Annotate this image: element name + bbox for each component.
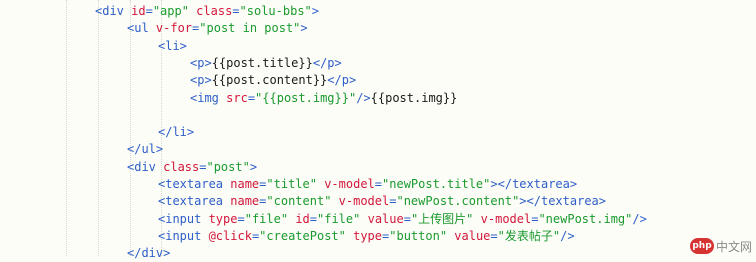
code-token-attr: src [226,90,248,105]
code-token-attr: v-model [338,194,390,209]
indent-guide [98,0,99,256]
code-token-tag: /> [356,90,371,105]
code-line[interactable]: <img src="{{post.img}}"/>{{post.img}} [190,90,457,107]
code-editor[interactable]: <div id="app" class="solu-bbs"> <ul v-for… [0,0,756,260]
code-token-tag: <p> [190,55,212,70]
code-line[interactable]: <p>{{post.title}}</p> [190,55,342,72]
code-token-attr: v-for [155,21,193,36]
code-token-tag: <div [95,4,132,18]
code-token-attr: type [208,211,238,226]
code-line[interactable]: <textarea name="content" v-model="newPos… [158,193,606,210]
code-token-tag: <ul [127,21,156,36]
code-token-str: "solu-bbs" [239,4,312,18]
indent-guide [130,0,131,256]
code-line[interactable]: <input @click="createPost" type="button"… [158,228,575,245]
code-line[interactable]: <input type="file" id="file" value="上传图片… [158,211,647,228]
code-token-tag: ></textarea> [519,194,606,209]
code-token-tag: <li> [158,38,187,53]
code-token-tag: = [309,211,317,226]
code-token-str: "post in post" [199,21,301,36]
code-token-attr: name [230,177,260,191]
code-token-str: "title" [266,177,317,191]
code-line[interactable]: </li> [158,124,194,141]
code-token-tag: > [311,4,320,18]
code-token-tag: <textarea [158,194,231,209]
code-token-tag: <input [158,228,209,243]
code-token-txt: {{post.content}} [211,73,328,88]
code-token-tag: = [374,177,383,191]
code-token-tag: = [247,90,256,105]
code-token-tag: ></textarea> [490,177,578,191]
code-line[interactable]: </div> [127,245,170,262]
code-line[interactable]: <textarea name="title" v-model="newPost.… [158,176,577,193]
code-token-str: "createPost" [259,228,346,243]
code-token-tag: = [145,4,153,18]
code-token-tag: </p> [327,73,357,88]
watermark: php 中文网 [690,236,754,256]
code-token-tag: </div> [127,246,171,261]
code-token-tag: > [249,159,258,174]
indent-guide [66,0,67,256]
code-token-tag [473,212,480,226]
code-token-attr: value [367,211,404,226]
watermark-label: 中文网 [716,239,753,254]
code-token-tag: = [237,211,245,226]
code-token-str: "上传图片" [410,211,474,226]
code-token-tag [360,212,367,226]
code-token-tag: </p> [312,55,342,70]
code-token-tag: > [300,21,308,36]
code-token-tag: <p> [190,73,212,88]
code-token-tag: /> [560,228,575,243]
code-line[interactable]: <li> [158,38,187,55]
php-logo-icon: php [690,238,714,254]
code-token-attr: name [230,194,260,209]
code-token-tag [331,194,338,208]
code-token-str: "button" [389,228,448,243]
code-token-attr: value [454,228,491,243]
code-token-tag: </li> [158,125,195,140]
code-token-str: "{{post.img}}" [255,90,357,105]
code-token-attr: id [295,211,310,226]
code-token-str: "发表帖子" [497,228,561,243]
code-line[interactable]: </ul> [127,141,163,158]
code-token-attr: v-model [324,177,375,191]
code-token-tag: = [232,4,240,18]
code-token-str: "post" [206,159,250,174]
code-token-txt: {{post.img}} [370,90,458,105]
code-token-tag: = [403,211,411,226]
code-token-attr: v-model [480,211,532,226]
code-token-tag: <input [158,211,209,226]
code-line[interactable]: <div class="post"> [127,159,257,176]
code-token-attr: @click [208,228,252,243]
code-token-attr: class [163,159,200,174]
code-token-str: "content" [266,194,332,209]
code-token-tag: = [490,228,498,243]
code-token-tag: </ul> [127,142,164,157]
code-line[interactable]: <p>{{post.content}}</p> [190,72,356,89]
code-token-tag: /> [632,211,647,226]
code-token-str: "newPost.title" [382,177,491,191]
code-token-txt: {{post.title}} [211,55,313,70]
code-line[interactable]: <ul v-for="post in post"> [127,20,308,37]
code-token-str: "file" [317,211,361,226]
code-token-str: "file" [244,211,289,226]
code-line[interactable]: <div id="app" class="solu-bbs"> [95,3,319,20]
code-token-tag: <img [190,90,227,105]
code-token-attr: class [196,4,233,18]
code-token-str: "newPost.content" [396,194,520,209]
code-token-tag: <textarea [158,177,231,191]
code-token-str: "app" [152,4,189,18]
code-token-tag: <div [127,159,164,174]
code-token-attr: id [131,4,146,18]
code-token-str: "newPost.img" [538,211,633,226]
code-token-attr: type [353,228,383,243]
